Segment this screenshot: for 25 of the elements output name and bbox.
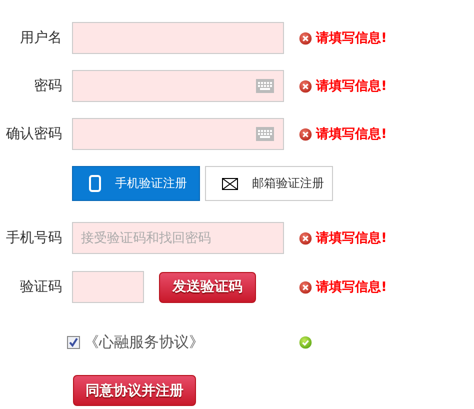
error-message: 请填写信息! [316, 279, 387, 296]
agreement-link[interactable]: 《心融服务协议》 [84, 333, 204, 352]
password-field[interactable] [72, 70, 284, 102]
error-message: 请填写信息! [316, 230, 387, 247]
error-message: 请填写信息! [316, 126, 387, 143]
register-tab[interactable]: 邮箱验证注册 [205, 166, 333, 201]
keyboard-icon[interactable] [256, 127, 274, 141]
error-message: 请填写信息! [316, 30, 387, 47]
phone-icon [89, 175, 101, 192]
code-field[interactable] [72, 271, 144, 303]
text-field[interactable] [72, 22, 284, 54]
field-label: 确认密码 [6, 125, 62, 144]
envelope-icon [222, 178, 238, 190]
field-label: 密码 [34, 77, 62, 96]
field-label: 用户名 [20, 29, 62, 48]
keyboard-icon[interactable] [256, 79, 274, 93]
checkbox[interactable] [67, 336, 80, 349]
field-label: 验证码 [20, 278, 62, 297]
register-tab[interactable]: 手机验证注册 [72, 166, 200, 201]
password-field[interactable] [72, 118, 284, 150]
register-button[interactable]: 同意协议并注册 [73, 375, 196, 406]
text-field[interactable]: 接受验证码和找回密码 [72, 222, 284, 254]
error-message: 请填写信息! [316, 78, 387, 95]
field-label: 手机号码 [6, 229, 62, 248]
send-code-button[interactable]: 发送验证码 [159, 272, 256, 302]
